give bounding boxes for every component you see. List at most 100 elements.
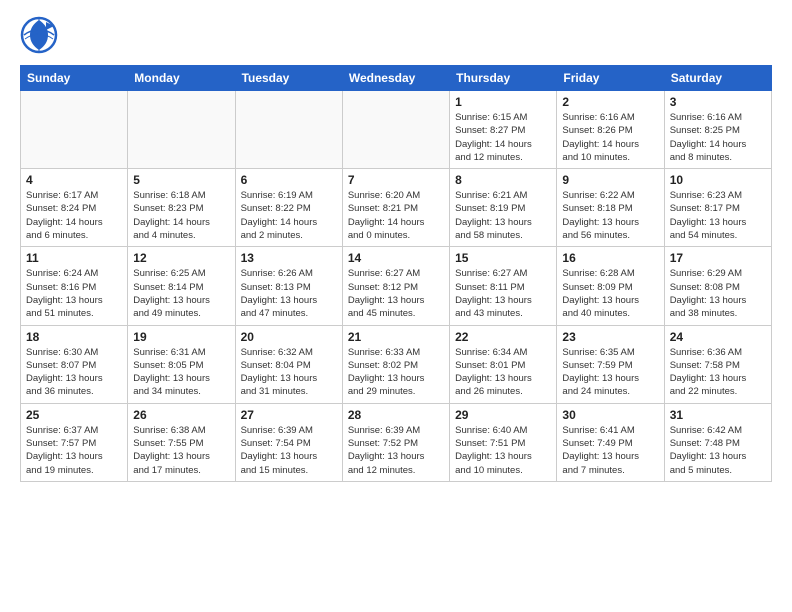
- page-header: [20, 16, 772, 59]
- day-number: 18: [26, 330, 122, 344]
- day-info: Sunrise: 6:17 AMSunset: 8:24 PMDaylight:…: [26, 189, 122, 242]
- day-info: Sunrise: 6:27 AMSunset: 8:12 PMDaylight:…: [348, 267, 444, 320]
- calendar-cell: 19 Sunrise: 6:31 AMSunset: 8:05 PMDayligh…: [128, 325, 235, 403]
- day-info: Sunrise: 6:41 AMSunset: 7:49 PMDaylight:…: [562, 424, 658, 477]
- day-number: 20: [241, 330, 337, 344]
- day-number: 19: [133, 330, 229, 344]
- calendar-cell: [128, 91, 235, 169]
- calendar-cell: 27 Sunrise: 6:39 AMSunset: 7:54 PMDayligh…: [235, 403, 342, 481]
- day-number: 23: [562, 330, 658, 344]
- day-number: 17: [670, 251, 766, 265]
- calendar-table: SundayMondayTuesdayWednesdayThursdayFrid…: [20, 65, 772, 482]
- calendar-cell: 9Sunrise: 6:22 AMSunset: 8:18 PMDaylight…: [557, 169, 664, 247]
- day-info: Sunrise: 6:42 AMSunset: 7:48 PMDaylight:…: [670, 424, 766, 477]
- day-number: 15: [455, 251, 551, 265]
- day-info: Sunrise: 6:24 AMSunset: 8:16 PMDaylight:…: [26, 267, 122, 320]
- column-header-sunday: Sunday: [21, 66, 128, 91]
- calendar-cell: 6Sunrise: 6:19 AMSunset: 8:22 PMDaylight…: [235, 169, 342, 247]
- day-info: Sunrise: 6:33 AMSunset: 8:02 PMDaylight:…: [348, 346, 444, 399]
- day-number: 4: [26, 173, 122, 187]
- day-info: Sunrise: 6:15 AMSunset: 8:27 PMDaylight:…: [455, 111, 551, 164]
- day-number: 6: [241, 173, 337, 187]
- calendar-week-row: 25Sunrise: 6:37 AMSunset: 7:57 PMDayligh…: [21, 403, 772, 481]
- calendar-cell: 5Sunrise: 6:18 AMSunset: 8:23 PMDaylight…: [128, 169, 235, 247]
- calendar-week-row: 18 Sunrise: 6:30 AMSunset: 8:07 PMDayligh…: [21, 325, 772, 403]
- calendar-cell: 7Sunrise: 6:20 AMSunset: 8:21 PMDaylight…: [342, 169, 449, 247]
- day-number: 12: [133, 251, 229, 265]
- calendar-cell: 24 Sunrise: 6:36 AMSunset: 7:58 PMDayligh…: [664, 325, 771, 403]
- calendar-cell: 16 Sunrise: 6:28 AMSunset: 8:09 PMDayligh…: [557, 247, 664, 325]
- day-info: Sunrise: 6:28 AMSunset: 8:09 PMDaylight:…: [562, 267, 658, 320]
- day-info: Sunrise: 6:16 AMSunset: 8:26 PMDaylight:…: [562, 111, 658, 164]
- day-info: Sunrise: 6:36 AMSunset: 7:58 PMDaylight:…: [670, 346, 766, 399]
- calendar-cell: 29Sunrise: 6:40 AMSunset: 7:51 PMDayligh…: [450, 403, 557, 481]
- calendar-cell: 20 Sunrise: 6:32 AMSunset: 8:04 PMDayligh…: [235, 325, 342, 403]
- day-number: 5: [133, 173, 229, 187]
- day-number: 10: [670, 173, 766, 187]
- calendar-cell: [21, 91, 128, 169]
- day-info: Sunrise: 6:35 AMSunset: 7:59 PMDaylight:…: [562, 346, 658, 399]
- calendar-cell: 1Sunrise: 6:15 AMSunset: 8:27 PMDaylight…: [450, 91, 557, 169]
- day-info: Sunrise: 6:21 AMSunset: 8:19 PMDaylight:…: [455, 189, 551, 242]
- day-info: Sunrise: 6:23 AMSunset: 8:17 PMDaylight:…: [670, 189, 766, 242]
- calendar-cell: 14 Sunrise: 6:27 AMSunset: 8:12 PMDayligh…: [342, 247, 449, 325]
- day-number: 24: [670, 330, 766, 344]
- calendar-cell: 31 Sunrise: 6:42 AMSunset: 7:48 PMDayligh…: [664, 403, 771, 481]
- calendar-cell: 13 Sunrise: 6:26 AMSunset: 8:13 PMDayligh…: [235, 247, 342, 325]
- calendar-cell: 22Sunrise: 6:34 AMSunset: 8:01 PMDayligh…: [450, 325, 557, 403]
- day-info: Sunrise: 6:39 AMSunset: 7:54 PMDaylight:…: [241, 424, 337, 477]
- calendar-week-row: 4 Sunrise: 6:17 AMSunset: 8:24 PMDaylight…: [21, 169, 772, 247]
- day-number: 27: [241, 408, 337, 422]
- calendar-cell: 2 Sunrise: 6:16 AMSunset: 8:26 PMDaylight…: [557, 91, 664, 169]
- day-number: 31: [670, 408, 766, 422]
- calendar-cell: 18 Sunrise: 6:30 AMSunset: 8:07 PMDayligh…: [21, 325, 128, 403]
- day-number: 14: [348, 251, 444, 265]
- day-number: 13: [241, 251, 337, 265]
- column-header-tuesday: Tuesday: [235, 66, 342, 91]
- calendar-cell: 12 Sunrise: 6:25 AMSunset: 8:14 PMDayligh…: [128, 247, 235, 325]
- calendar-cell: 15 Sunrise: 6:27 AMSunset: 8:11 PMDayligh…: [450, 247, 557, 325]
- day-info: Sunrise: 6:26 AMSunset: 8:13 PMDaylight:…: [241, 267, 337, 320]
- column-header-thursday: Thursday: [450, 66, 557, 91]
- calendar-header-row: SundayMondayTuesdayWednesdayThursdayFrid…: [21, 66, 772, 91]
- calendar-cell: 11 Sunrise: 6:24 AMSunset: 8:16 PMDayligh…: [21, 247, 128, 325]
- day-info: Sunrise: 6:31 AMSunset: 8:05 PMDaylight:…: [133, 346, 229, 399]
- day-number: 30: [562, 408, 658, 422]
- day-info: Sunrise: 6:30 AMSunset: 8:07 PMDaylight:…: [26, 346, 122, 399]
- day-info: Sunrise: 6:37 AMSunset: 7:57 PMDaylight:…: [26, 424, 122, 477]
- day-info: Sunrise: 6:27 AMSunset: 8:11 PMDaylight:…: [455, 267, 551, 320]
- day-number: 21: [348, 330, 444, 344]
- day-info: Sunrise: 6:32 AMSunset: 8:04 PMDaylight:…: [241, 346, 337, 399]
- day-number: 16: [562, 251, 658, 265]
- calendar-cell: 26Sunrise: 6:38 AMSunset: 7:55 PMDayligh…: [128, 403, 235, 481]
- calendar-cell: 8 Sunrise: 6:21 AMSunset: 8:19 PMDaylight…: [450, 169, 557, 247]
- column-header-monday: Monday: [128, 66, 235, 91]
- column-header-saturday: Saturday: [664, 66, 771, 91]
- calendar-cell: [235, 91, 342, 169]
- day-number: 26: [133, 408, 229, 422]
- calendar-cell: 17 Sunrise: 6:29 AMSunset: 8:08 PMDayligh…: [664, 247, 771, 325]
- day-number: 7: [348, 173, 444, 187]
- column-header-friday: Friday: [557, 66, 664, 91]
- calendar-cell: 10 Sunrise: 6:23 AMSunset: 8:17 PMDayligh…: [664, 169, 771, 247]
- logo: [20, 16, 62, 59]
- calendar-week-row: 1Sunrise: 6:15 AMSunset: 8:27 PMDaylight…: [21, 91, 772, 169]
- day-info: Sunrise: 6:25 AMSunset: 8:14 PMDaylight:…: [133, 267, 229, 320]
- day-info: Sunrise: 6:40 AMSunset: 7:51 PMDaylight:…: [455, 424, 551, 477]
- calendar-week-row: 11 Sunrise: 6:24 AMSunset: 8:16 PMDayligh…: [21, 247, 772, 325]
- calendar-cell: [342, 91, 449, 169]
- calendar-cell: 28Sunrise: 6:39 AMSunset: 7:52 PMDayligh…: [342, 403, 449, 481]
- logo-icon: [20, 16, 58, 54]
- day-info: Sunrise: 6:29 AMSunset: 8:08 PMDaylight:…: [670, 267, 766, 320]
- day-info: Sunrise: 6:16 AMSunset: 8:25 PMDaylight:…: [670, 111, 766, 164]
- calendar-cell: 23 Sunrise: 6:35 AMSunset: 7:59 PMDayligh…: [557, 325, 664, 403]
- day-number: 8: [455, 173, 551, 187]
- column-header-wednesday: Wednesday: [342, 66, 449, 91]
- day-info: Sunrise: 6:22 AMSunset: 8:18 PMDaylight:…: [562, 189, 658, 242]
- calendar-cell: 25Sunrise: 6:37 AMSunset: 7:57 PMDayligh…: [21, 403, 128, 481]
- day-number: 11: [26, 251, 122, 265]
- day-number: 2: [562, 95, 658, 109]
- calendar-cell: 30 Sunrise: 6:41 AMSunset: 7:49 PMDayligh…: [557, 403, 664, 481]
- calendar-cell: 4 Sunrise: 6:17 AMSunset: 8:24 PMDaylight…: [21, 169, 128, 247]
- day-number: 28: [348, 408, 444, 422]
